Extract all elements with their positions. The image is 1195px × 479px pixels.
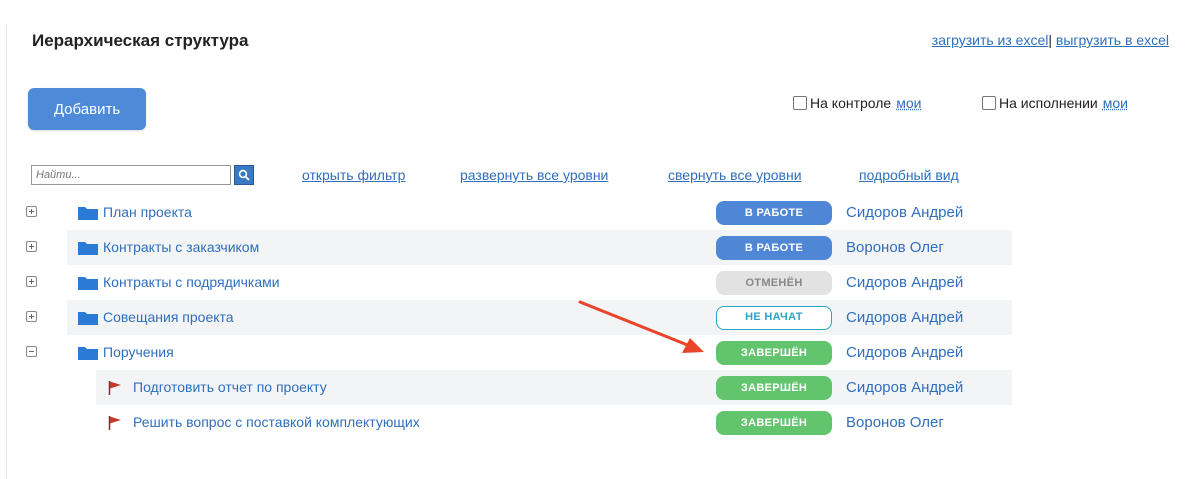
tree-row: Совещания проекта НЕ НАЧАТ Сидоров Андре… <box>0 300 1195 335</box>
search-button[interactable] <box>234 165 254 185</box>
tree-row: Контракты с подрядичками ОТМЕНЁН Сидоров… <box>0 265 1195 300</box>
assignee-name[interactable]: Сидоров Андрей <box>846 344 963 361</box>
on-control-checkbox[interactable] <box>793 96 807 110</box>
assignee-name[interactable]: Сидоров Андрей <box>846 274 963 291</box>
row-title[interactable]: Подготовить отчет по проекту <box>133 379 327 395</box>
page-title: Иерархическая структура <box>32 31 249 50</box>
row-title[interactable]: Решить вопрос с поставкой комплектующих <box>133 414 420 430</box>
in-execution-filter: На исполнении мои <box>982 95 1128 111</box>
flag-icon <box>108 416 121 430</box>
search-icon <box>238 169 250 181</box>
row-title[interactable]: Поручения <box>103 344 174 360</box>
status-badge: ЗАВЕРШЁН <box>716 376 832 400</box>
flag-icon <box>108 381 121 395</box>
collapse-all-link[interactable]: свернуть все уровни <box>668 167 802 183</box>
import-excel-link[interactable]: загрузить из excel <box>932 32 1049 48</box>
export-excel-link[interactable]: выгрузить в excel <box>1056 32 1169 48</box>
status-badge: В РАБОТЕ <box>716 201 832 225</box>
status-badge: НЕ НАЧАТ <box>716 306 832 330</box>
row-title[interactable]: Контракты с подрядичками <box>103 274 280 290</box>
excel-link-separator: | <box>1048 32 1053 48</box>
in-execution-mine-link[interactable]: мои <box>1103 95 1128 111</box>
open-filter-link[interactable]: открыть фильтр <box>302 167 405 183</box>
on-control-mine-link[interactable]: мои <box>896 95 921 111</box>
tree-row: Подготовить отчет по проекту ЗАВЕРШЁН Си… <box>0 370 1195 405</box>
in-execution-checkbox[interactable] <box>982 96 996 110</box>
tree-row: Решить вопрос с поставкой комплектующих … <box>0 405 1195 440</box>
row-title[interactable]: Контракты с заказчиком <box>103 239 259 255</box>
folder-icon <box>78 242 98 255</box>
assignee-name[interactable]: Воронов Олег <box>846 414 944 431</box>
on-control-filter: На контроле мои <box>793 95 921 111</box>
expand-icon[interactable] <box>26 276 37 287</box>
assignee-name[interactable]: Сидоров Андрей <box>846 379 963 396</box>
folder-icon <box>78 277 98 290</box>
status-badge: В РАБОТЕ <box>716 236 832 260</box>
folder-icon <box>78 207 98 220</box>
folder-icon <box>78 312 98 325</box>
tree-row: Поручения ЗАВЕРШЁН Сидоров Андрей <box>0 335 1195 370</box>
add-button[interactable]: Добавить <box>28 88 146 130</box>
assignee-name[interactable]: Сидоров Андрей <box>846 309 963 326</box>
row-title[interactable]: План проекта <box>103 204 192 220</box>
on-control-label: На контроле <box>810 95 892 111</box>
collapse-icon[interactable] <box>26 346 37 357</box>
expand-icon[interactable] <box>26 206 37 217</box>
expand-all-link[interactable]: развернуть все уровни <box>460 167 608 183</box>
assignee-name[interactable]: Сидоров Андрей <box>846 204 963 221</box>
detailed-view-link[interactable]: подробный вид <box>859 167 959 183</box>
status-badge: ЗАВЕРШЁН <box>716 341 832 365</box>
expand-icon[interactable] <box>26 311 37 322</box>
status-badge: ОТМЕНЁН <box>716 271 832 295</box>
status-badge: ЗАВЕРШЁН <box>716 411 832 435</box>
row-title[interactable]: Совещания проекта <box>103 309 234 325</box>
search-bar <box>31 165 254 185</box>
search-input[interactable] <box>31 165 231 185</box>
assignee-name[interactable]: Воронов Олег <box>846 239 944 256</box>
in-execution-label: На исполнении <box>999 95 1098 111</box>
tree-row: Контракты с заказчиком В РАБОТЕ Воронов … <box>0 230 1195 265</box>
expand-icon[interactable] <box>26 241 37 252</box>
excel-links: загрузить из excel| выгрузить в excel <box>932 32 1169 48</box>
tree-row: План проекта В РАБОТЕ Сидоров Андрей <box>0 195 1195 230</box>
folder-icon <box>78 347 98 360</box>
